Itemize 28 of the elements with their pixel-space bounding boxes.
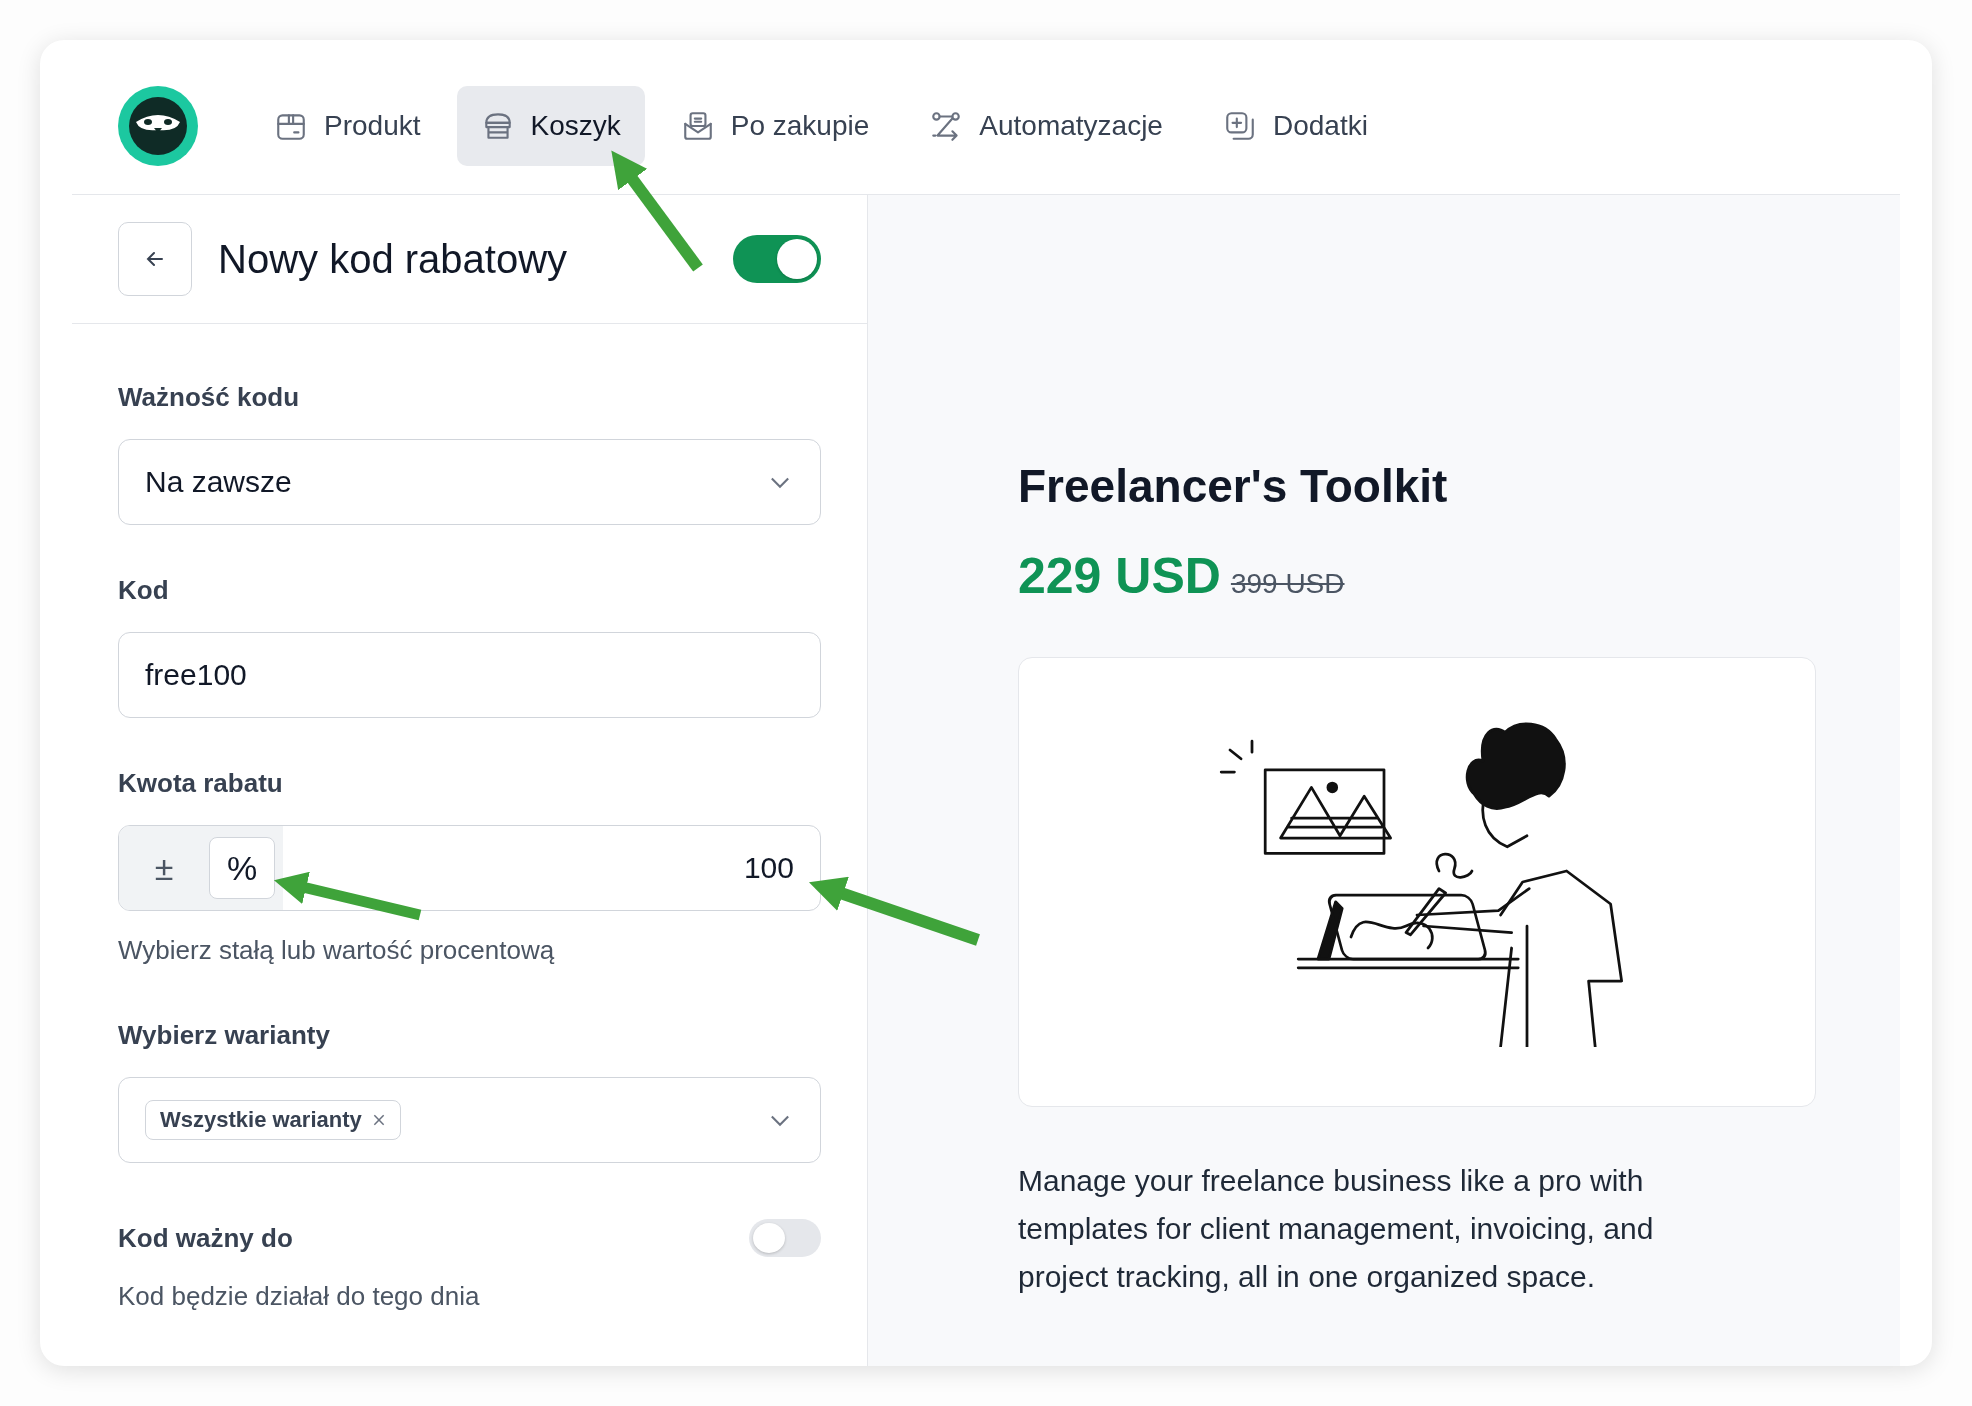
nav-tab[interactable]: Po zakupie — [656, 86, 894, 166]
nav-tab[interactable]: Automatyzacje — [905, 86, 1187, 166]
logo-icon[interactable] — [118, 86, 198, 166]
product-description: Manage your freelance business like a pro with templates for client management, invoicing, and project tracking, all in one organized space. — [1018, 1163, 1655, 1295]
field-label: Kod ważny do — [118, 1222, 293, 1254]
mode-toggle[interactable]: ± — [131, 837, 197, 899]
nav-tab[interactable]: Dodatki — [1198, 86, 1392, 166]
product-title: Freelancer's Toolkit — [1018, 459, 1449, 513]
field-label: Kod — [118, 575, 170, 606]
field-label: Kwota rabatu — [118, 768, 284, 799]
mode-toggle[interactable]: % — [209, 837, 275, 899]
code-input[interactable]: free100 — [118, 632, 821, 718]
nav-tab[interactable]: Produkt — [250, 86, 445, 166]
validity-select[interactable]: Na zawsze — [118, 439, 821, 525]
product-price: 229 USD — [1018, 547, 1221, 605]
close-icon[interactable] — [371, 1113, 386, 1127]
field-label: Wybierz warianty — [118, 1020, 331, 1051]
field-label: Ważność kodu — [118, 382, 301, 413]
variants-select[interactable]: Wszystkie warianty — [118, 1077, 821, 1163]
field-hint: Kod będzie działał do tego dnia — [118, 1281, 480, 1312]
nav-tab[interactable]: Koszyk — [456, 86, 645, 166]
active-toggle[interactable] — [733, 235, 821, 283]
field-hint: Wybierz stałą lub wartość procentową — [118, 935, 555, 966]
page-title: Nowy kod rabatowy — [218, 236, 569, 282]
old-price: 399 USD — [1230, 568, 1345, 600]
expiry-toggle[interactable] — [749, 1219, 821, 1257]
variant-chip[interactable]: Wszystkie warianty — [145, 1100, 401, 1140]
amount-field[interactable]: ± % 100 — [118, 825, 821, 911]
